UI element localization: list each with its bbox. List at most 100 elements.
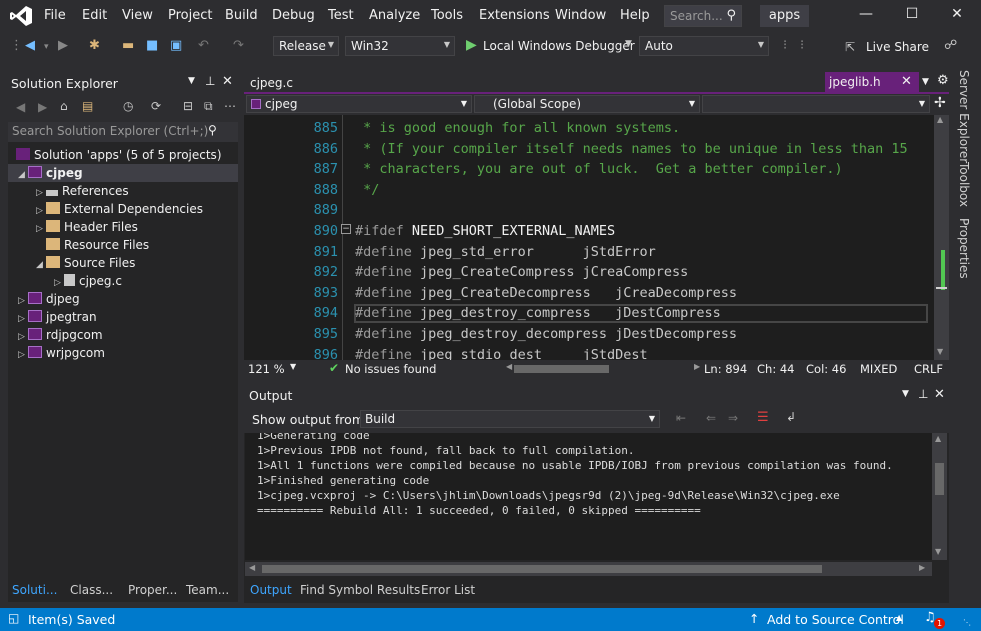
tab-server-explorer[interactable]: Server Explorer xyxy=(957,70,971,163)
clear-all-icon[interactable]: ☰ xyxy=(757,410,769,425)
split-window-icon[interactable]: ✢ xyxy=(934,95,946,111)
chevron-down-icon[interactable]: ▼ xyxy=(290,362,296,371)
close-icon[interactable]: ✕ xyxy=(934,387,945,402)
solution-search-input[interactable]: Search Solution Explorer (Ctrl+;) ⚲ xyxy=(8,122,238,142)
tree-item-source-files[interactable]: ◢ Source Files xyxy=(8,254,135,272)
back-icon[interactable]: ◀ xyxy=(25,38,35,53)
collapsed-icon[interactable]: ▷ xyxy=(18,346,28,364)
tab-jpeglib-h[interactable]: jpeglib.h ✕ xyxy=(825,72,919,94)
next-message-icon[interactable]: ⇒ xyxy=(728,411,738,425)
tree-item-references[interactable]: ▷ References xyxy=(8,182,129,200)
chevron-down-icon[interactable]: ▼ xyxy=(625,39,632,49)
save-all-icon[interactable]: ▣ xyxy=(170,38,182,53)
back-icon[interactable]: ◀ xyxy=(16,100,25,114)
properties-icon[interactable]: ⋯ xyxy=(224,99,236,113)
scroll-up-icon[interactable]: ▲ xyxy=(937,115,943,124)
dropdown-arrow-icon[interactable]: ▾ xyxy=(44,42,49,52)
feedback-icon[interactable]: ☍ xyxy=(944,38,957,53)
pane-menu-icon[interactable]: ▼ xyxy=(902,389,909,399)
tree-item-header-files[interactable]: ▷ Header Files xyxy=(8,218,138,236)
scroll-right-icon[interactable]: ▶ xyxy=(919,563,925,572)
close-icon[interactable]: ✕ xyxy=(901,74,912,89)
menu-debug[interactable]: Debug xyxy=(272,8,315,23)
menu-help[interactable]: Help xyxy=(620,8,650,23)
menu-file[interactable]: File xyxy=(44,8,66,23)
solution-node[interactable]: Solution 'apps' (5 of 5 projects) xyxy=(8,146,238,164)
word-wrap-icon[interactable]: ↲ xyxy=(786,410,796,424)
chevron-up-icon[interactable]: ▲ xyxy=(896,613,902,622)
menu-test[interactable]: Test xyxy=(328,8,354,23)
menu-project[interactable]: Project xyxy=(168,8,212,23)
save-icon[interactable]: ■ xyxy=(146,38,158,53)
project-nav-select[interactable]: cjpeg ▼ xyxy=(246,95,472,113)
tab-toolbox[interactable]: Toolbox xyxy=(957,162,971,207)
menu-tools[interactable]: Tools xyxy=(431,8,463,23)
collapse-region-icon[interactable]: − xyxy=(341,224,351,234)
maximize-icon[interactable]: ☐ xyxy=(898,6,926,26)
menu-extensions[interactable]: Extensions xyxy=(479,8,550,23)
toolbar-overflow-icon[interactable]: ⁝ xyxy=(800,38,804,53)
tab-team-explorer[interactable]: Team... xyxy=(186,583,229,597)
live-share-button[interactable]: Live Share xyxy=(866,40,929,54)
sync-icon[interactable]: ⟳ xyxy=(151,99,161,113)
new-project-icon[interactable]: ✱ xyxy=(89,38,100,53)
output-source-select[interactable]: Build ▼ xyxy=(360,410,660,428)
scroll-down-icon[interactable]: ▼ xyxy=(935,547,941,556)
tab-class-view[interactable]: Class... xyxy=(70,583,113,597)
tab-cjpeg-c[interactable]: cjpeg.c xyxy=(250,76,293,90)
config-select[interactable]: Release ▼ xyxy=(273,36,339,56)
output-text[interactable]: 1>Generating code 1>Previous IPDB not fou… xyxy=(245,433,932,560)
tab-find-symbol-results[interactable]: Find Symbol Results xyxy=(300,583,420,597)
close-icon[interactable]: ✕ xyxy=(943,6,971,26)
pin-icon[interactable]: ⊥ xyxy=(918,387,928,401)
collapse-all-icon[interactable]: ⊟ xyxy=(183,99,193,113)
tab-solution-explorer[interactable]: Soluti... xyxy=(12,583,57,597)
project-node-jpegtran[interactable]: ▷ jpegtran xyxy=(8,308,97,326)
scroll-down-icon[interactable]: ▼ xyxy=(937,347,943,356)
pane-menu-icon[interactable]: ▼ xyxy=(188,76,195,86)
zoom-level[interactable]: 121 % xyxy=(248,362,285,376)
source-control-button[interactable]: Add to Source Control xyxy=(767,612,904,627)
toolbar-options-icon[interactable]: ⁝ xyxy=(783,38,787,53)
close-icon[interactable]: ✕ xyxy=(222,74,233,89)
debugger-button[interactable]: Local Windows Debugger xyxy=(483,39,635,53)
output-vertical-scrollbar[interactable]: ▲ ▼ xyxy=(932,433,947,560)
line-ending-mode[interactable]: MIXED xyxy=(860,362,897,376)
scroll-left-icon[interactable]: ◀ xyxy=(249,563,255,572)
project-node-rdjpgcom[interactable]: ▷ rdjpgcom xyxy=(8,326,103,344)
menu-edit[interactable]: Edit xyxy=(82,8,107,23)
project-node-djpeg[interactable]: ▷ djpeg xyxy=(8,290,80,308)
tab-error-list[interactable]: Error List xyxy=(421,583,475,597)
tab-properties[interactable]: Properties xyxy=(957,218,971,279)
settings-icon[interactable]: ⚙ xyxy=(937,73,949,88)
history-icon[interactable]: ◷ xyxy=(123,99,133,113)
scroll-thumb[interactable] xyxy=(262,565,822,573)
member-nav-select[interactable]: ▼ xyxy=(702,95,930,113)
editor-vertical-scrollbar[interactable]: ▲ ▼ xyxy=(934,115,949,360)
home-icon[interactable]: ⌂ xyxy=(60,99,68,113)
project-node-wrjpgcom[interactable]: ▷ wrjpgcom xyxy=(8,344,105,362)
open-folder-icon[interactable]: ▬ xyxy=(122,38,134,53)
go-to-message-icon[interactable]: ⇤ xyxy=(676,411,686,425)
switch-views-icon[interactable]: ▤ xyxy=(82,99,93,113)
line-ending[interactable]: CRLF xyxy=(914,362,943,376)
menu-build[interactable]: Build xyxy=(225,8,258,23)
previous-message-icon[interactable]: ⇐ xyxy=(706,411,716,425)
tab-output[interactable]: Output xyxy=(250,583,292,597)
tab-list-icon[interactable]: ▼ xyxy=(922,77,929,87)
menu-window[interactable]: Window xyxy=(555,8,606,23)
minimize-icon[interactable]: — xyxy=(852,6,880,26)
scroll-up-icon[interactable]: ▲ xyxy=(935,434,941,443)
issues-status[interactable]: No issues found xyxy=(345,362,436,376)
scroll-thumb[interactable] xyxy=(935,463,944,495)
auto-select[interactable]: Auto ▼ xyxy=(639,36,769,56)
output-horizontal-scrollbar[interactable]: ◀ ▶ xyxy=(245,562,932,576)
forward-icon[interactable]: ▶ xyxy=(38,100,47,114)
platform-select[interactable]: Win32 ▼ xyxy=(345,36,455,56)
menu-view[interactable]: View xyxy=(122,8,153,23)
scroll-left-icon[interactable]: ◀ xyxy=(506,362,512,371)
search-input[interactable]: Search... ⚲ xyxy=(664,5,742,27)
pin-icon[interactable]: ⊥ xyxy=(205,74,215,88)
show-all-files-icon[interactable]: ⧉ xyxy=(204,99,213,114)
menu-analyze[interactable]: Analyze xyxy=(369,8,420,23)
